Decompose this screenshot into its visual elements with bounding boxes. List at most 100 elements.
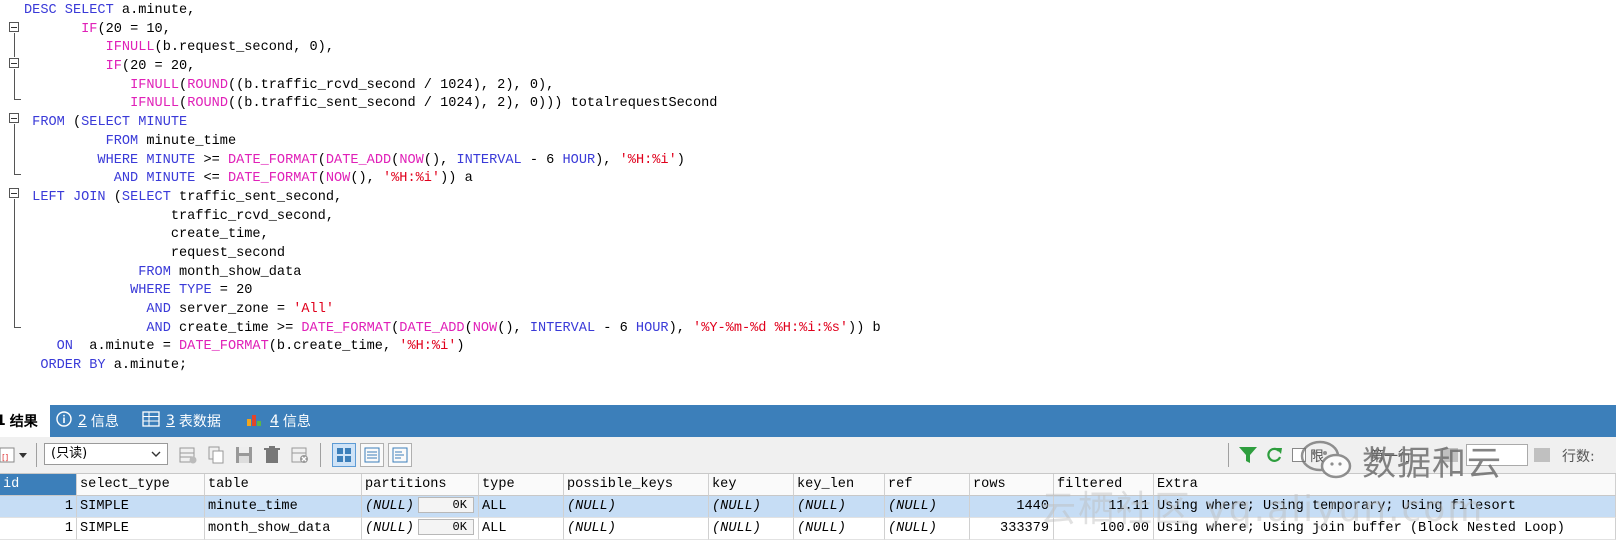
cell-value: (NULL) <box>365 499 414 514</box>
fold-toggle-icon[interactable] <box>9 113 19 123</box>
code-line[interactable]: IFNULL(b.request_second, 0), <box>24 39 881 58</box>
code-line[interactable]: FROM (SELECT MINUTE <box>24 114 881 133</box>
tab-profile-info[interactable]: 4 信息 <box>246 405 311 437</box>
code-token-op: ), <box>595 152 620 168</box>
column-header-ref[interactable]: ref <box>885 474 970 496</box>
tab-number: 3 <box>166 413 175 429</box>
cell-possible-keys[interactable]: (NULL) <box>564 518 709 540</box>
tab-result[interactable]: 1 结果 <box>0 405 50 437</box>
code-token-op: ( <box>72 115 82 131</box>
insert-row-icon[interactable] <box>178 445 198 465</box>
cell-id[interactable]: 1 <box>0 518 77 540</box>
code-line[interactable]: create_time, <box>24 226 881 245</box>
grid-view-button[interactable] <box>332 443 356 467</box>
export-menu-icon[interactable]: [] <box>0 445 30 465</box>
code-token-id <box>24 321 146 336</box>
duplicate-row-icon[interactable] <box>206 445 226 465</box>
form-view-button[interactable] <box>360 443 384 467</box>
code-line[interactable]: ON a.minute = DATE_FORMAT(b.create_time,… <box>24 338 881 357</box>
toolbar-separator <box>320 443 321 467</box>
code-token-kw: WHERE TYPE <box>130 283 220 299</box>
tab-number: 2 <box>78 413 87 429</box>
cell-key-len[interactable]: (NULL) <box>794 518 885 540</box>
cell-ref[interactable]: (NULL) <box>885 496 970 518</box>
tab-info[interactable]: 2 信息 <box>56 405 119 437</box>
fold-toggle-icon[interactable] <box>9 22 19 32</box>
cell-select-type[interactable]: SIMPLE <box>77 518 205 540</box>
text-view-button[interactable] <box>388 443 412 467</box>
column-header-select-type[interactable]: select_type <box>77 474 205 496</box>
cell-partitions[interactable]: (NULL) 0K <box>362 518 479 540</box>
wechat-logo <box>1300 440 1354 480</box>
cell-value: (NULL) <box>567 521 616 536</box>
code-line[interactable]: AND MINUTE <= DATE_FORMAT(NOW(), '%H:%i'… <box>24 170 881 189</box>
column-header-table[interactable]: table <box>205 474 362 496</box>
column-header-key[interactable]: key <box>709 474 794 496</box>
column-header-key-len[interactable]: key_len <box>794 474 885 496</box>
save-icon[interactable] <box>234 445 254 465</box>
code-token-id <box>24 134 106 149</box>
code-line[interactable]: FROM month_show_data <box>24 264 881 283</box>
code-line[interactable]: AND create_time >= DATE_FORMAT (DATE_ADD (… <box>24 320 881 339</box>
next-page-icon[interactable] <box>1532 445 1552 465</box>
code-token-kw: AND <box>146 320 180 336</box>
fold-toggle-icon[interactable] <box>9 58 19 68</box>
refresh-icon[interactable] <box>1264 445 1284 465</box>
cell-id[interactable]: 1 <box>0 496 77 518</box>
cell-table[interactable]: minute_time <box>205 496 362 518</box>
read-only-mode-select[interactable]: (只读) <box>44 443 168 465</box>
cell-possible-keys[interactable]: (NULL) <box>564 496 709 518</box>
column-header-possible-keys[interactable]: possible_keys <box>564 474 709 496</box>
column-header-partitions[interactable]: partitions <box>362 474 479 496</box>
filter-icon[interactable] <box>1238 445 1258 465</box>
result-tabbar: 1 结果 2 信息 3 表数据 4 信息 <box>0 405 1616 437</box>
cell-key-len[interactable]: (NULL) <box>794 496 885 518</box>
cell-table[interactable]: month_show_data <box>205 518 362 540</box>
code-token-op: )) b <box>848 320 881 336</box>
code-token-kw: INTERVAL <box>529 320 604 336</box>
code-line[interactable]: traffic_rcvd_second, <box>24 208 881 227</box>
code-line[interactable]: IFNULL(ROUND((b.traffic_rcvd_second / 10… <box>24 77 881 96</box>
cell-select-type[interactable]: SIMPLE <box>77 496 205 518</box>
code-token-str: '%H:%i' <box>399 339 457 355</box>
code-token-id: a.minute = <box>89 339 180 355</box>
sql-code[interactable]: DESC SELECT a.minute, IF(20 = 10, IFNULL… <box>24 2 881 376</box>
code-line[interactable]: AND server_zone = 'All' <box>24 301 881 320</box>
table-data-icon <box>142 411 160 431</box>
code-token-str: '%H:%i' <box>382 171 441 187</box>
cell-key[interactable]: (NULL) <box>709 518 794 540</box>
sql-editor[interactable]: DESC SELECT a.minute, IF(20 = 10, IFNULL… <box>0 0 1616 403</box>
code-line[interactable]: WHERE TYPE = 20 <box>24 282 881 301</box>
tab-table-data[interactable]: 3 表数据 <box>142 405 221 437</box>
cell-type[interactable]: ALL <box>479 496 564 518</box>
code-token-kw: HOUR <box>562 152 596 168</box>
code-line[interactable]: IF(20 = 10, <box>24 21 881 40</box>
code-token-op: ( <box>317 171 326 187</box>
cell-ref[interactable]: (NULL) <box>885 518 970 540</box>
tab-label: 信息 <box>282 414 311 430</box>
code-token-kw: ORDER BY <box>40 358 114 374</box>
code-line[interactable]: FROM minute_time <box>24 133 881 152</box>
fold-toggle-icon[interactable] <box>9 188 19 198</box>
code-line[interactable]: DESC SELECT a.minute, <box>24 2 881 21</box>
cell-partitions[interactable]: (NULL) 0K <box>362 496 479 518</box>
delete-icon[interactable] <box>262 445 282 465</box>
column-header-type[interactable]: type <box>479 474 564 496</box>
code-token-id: a.minute, <box>121 3 196 18</box>
cell-type[interactable]: ALL <box>479 518 564 540</box>
code-line[interactable]: ORDER BY a.minute; <box>24 357 881 376</box>
tab-label: 结果 <box>9 414 38 430</box>
code-line[interactable]: WHERE MINUTE >= DATE_FORMAT(DATE_ADD(NOW… <box>24 152 881 171</box>
cell-value: (NULL) <box>567 499 616 514</box>
code-line[interactable]: request_second <box>24 245 881 264</box>
code-line[interactable]: IF(20 = 20, <box>24 58 881 77</box>
discard-changes-icon[interactable] <box>290 445 310 465</box>
column-header-id[interactable]: id <box>0 474 77 496</box>
code-token-op: (20 = 10, <box>97 21 171 37</box>
cell-key[interactable]: (NULL) <box>709 496 794 518</box>
code-token-id <box>24 115 32 130</box>
code-line[interactable]: LEFT JOIN (SELECT traffic_sent_second, <box>24 189 881 208</box>
code-line[interactable]: IFNULL(ROUND((b.traffic_sent_second / 10… <box>24 95 881 114</box>
code-token-op: - 6 <box>529 152 563 168</box>
fold-guide <box>14 124 15 174</box>
